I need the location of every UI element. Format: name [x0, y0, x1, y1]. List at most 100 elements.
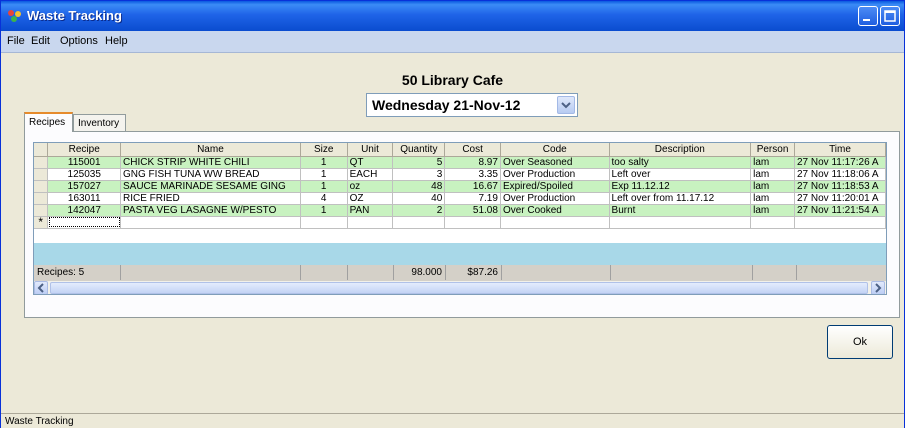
row-selector[interactable]: [34, 204, 49, 217]
col-cost[interactable]: Cost: [444, 143, 501, 157]
cell-description[interactable]: Burnt: [609, 204, 752, 217]
cell-description[interactable]: Left over: [609, 168, 752, 181]
cell-time[interactable]: 27 Nov 11:17:26 A: [794, 156, 886, 169]
cell-cost[interactable]: 3.35: [444, 168, 501, 181]
scroll-right-button[interactable]: [871, 281, 885, 294]
cell-person[interactable]: lam: [750, 168, 795, 181]
cell-unit[interactable]: oz: [347, 180, 394, 193]
cell-size[interactable]: 1: [300, 168, 348, 181]
cell-code[interactable]: Over Production: [500, 168, 610, 181]
table-row[interactable]: 157027 SAUCE MARINADE SESAME GING 1 oz 4…: [34, 180, 886, 193]
col-quantity[interactable]: Quantity: [392, 143, 446, 157]
menu-bar: File Edit Options Help: [1, 31, 904, 53]
cell-quantity[interactable]: 2: [392, 204, 446, 217]
cell-recipe[interactable]: 163011: [47, 192, 121, 205]
cell-recipe[interactable]: 142047: [47, 204, 121, 217]
col-time[interactable]: Time: [794, 143, 886, 157]
cell-size[interactable]: 1: [300, 180, 348, 193]
col-size[interactable]: Size: [300, 143, 348, 157]
cell-time[interactable]: 27 Nov 11:18:06 A: [794, 168, 886, 181]
waste-grid[interactable]: Recipe Name Size Unit Quantity Cost Code…: [33, 142, 887, 295]
menu-edit[interactable]: Edit: [31, 35, 50, 47]
cell-recipe[interactable]: 157027: [47, 180, 121, 193]
cell-code[interactable]: Over Production: [500, 192, 610, 205]
cell-unit[interactable]: QT: [347, 156, 394, 169]
scroll-left-button[interactable]: [34, 281, 48, 294]
new-row[interactable]: *: [34, 216, 886, 229]
cell-quantity[interactable]: 40: [392, 192, 446, 205]
cell-description[interactable]: Left over from 11.17.12: [609, 192, 752, 205]
cell-size[interactable]: 4: [300, 192, 348, 205]
cell-unit[interactable]: OZ: [347, 192, 394, 205]
new-cell[interactable]: [120, 216, 301, 229]
cell-unit[interactable]: EACH: [347, 168, 394, 181]
title-bar[interactable]: Waste Tracking: [1, 1, 904, 31]
cell-code[interactable]: Over Cooked: [500, 204, 610, 217]
row-selector[interactable]: [34, 192, 49, 205]
cell-name[interactable]: PASTA VEG LASAGNE W/PESTO: [120, 204, 301, 217]
date-dropdown-button[interactable]: [557, 96, 575, 114]
maximize-button[interactable]: [880, 6, 900, 26]
table-row[interactable]: 115001 CHICK STRIP WHITE CHILI 1 QT 5 8.…: [34, 156, 886, 169]
date-select[interactable]: Wednesday 21-Nov-12: [366, 93, 578, 117]
cell-size[interactable]: 1: [300, 156, 348, 169]
new-cell[interactable]: [300, 216, 348, 229]
new-cell[interactable]: [500, 216, 610, 229]
table-row[interactable]: 163011 RICE FRIED 4 OZ 40 7.19 Over Prod…: [34, 192, 886, 205]
scroll-thumb[interactable]: [50, 282, 868, 294]
cell-unit[interactable]: PAN: [347, 204, 394, 217]
new-cell[interactable]: [750, 216, 795, 229]
cell-cost[interactable]: 16.67: [444, 180, 501, 193]
cell-quantity[interactable]: 3: [392, 168, 446, 181]
new-cell[interactable]: [444, 216, 501, 229]
cell-recipe[interactable]: 115001: [47, 156, 121, 169]
new-cell-recipe[interactable]: [47, 216, 121, 229]
new-cell[interactable]: [347, 216, 394, 229]
cell-code[interactable]: Expired/Spoiled: [500, 180, 610, 193]
cell-person[interactable]: lam: [750, 204, 795, 217]
summary-row: Recipes: 5 98.000 $87.26: [34, 265, 886, 280]
col-name[interactable]: Name: [120, 143, 301, 157]
cell-recipe[interactable]: 125035: [47, 168, 121, 181]
new-cell[interactable]: [609, 216, 752, 229]
menu-options[interactable]: Options: [60, 35, 98, 47]
horizontal-scrollbar[interactable]: [34, 280, 886, 294]
menu-file[interactable]: File: [7, 35, 25, 47]
cell-cost[interactable]: 8.97: [444, 156, 501, 169]
cell-time[interactable]: 27 Nov 11:18:53 A: [794, 180, 886, 193]
col-description[interactable]: Description: [609, 143, 752, 157]
cell-code[interactable]: Over Seasoned: [500, 156, 610, 169]
minimize-button[interactable]: [858, 6, 878, 26]
cell-name[interactable]: CHICK STRIP WHITE CHILI: [120, 156, 301, 169]
tab-inventory[interactable]: Inventory: [73, 114, 126, 132]
cell-description[interactable]: too salty: [609, 156, 752, 169]
tab-recipes[interactable]: Recipes: [24, 112, 73, 132]
cell-name[interactable]: SAUCE MARINADE SESAME GING: [120, 180, 301, 193]
col-recipe[interactable]: Recipe: [47, 143, 121, 157]
cell-person[interactable]: lam: [750, 180, 795, 193]
new-cell[interactable]: [794, 216, 886, 229]
row-selector[interactable]: [34, 180, 49, 193]
cell-cost[interactable]: 7.19: [444, 192, 501, 205]
row-selector[interactable]: [34, 168, 49, 181]
table-row[interactable]: 125035 GNG FISH TUNA WW BREAD 1 EACH 3 3…: [34, 168, 886, 181]
cell-time[interactable]: 27 Nov 11:21:54 A: [794, 204, 886, 217]
cell-description[interactable]: Exp 11.12.12: [609, 180, 752, 193]
col-unit[interactable]: Unit: [347, 143, 394, 157]
cell-person[interactable]: lam: [750, 192, 795, 205]
ok-button[interactable]: Ok: [827, 325, 893, 359]
table-row[interactable]: 142047 PASTA VEG LASAGNE W/PESTO 1 PAN 2…: [34, 204, 886, 217]
col-person[interactable]: Person: [750, 143, 795, 157]
col-code[interactable]: Code: [500, 143, 610, 157]
cell-name[interactable]: GNG FISH TUNA WW BREAD: [120, 168, 301, 181]
cell-time[interactable]: 27 Nov 11:20:01 A: [794, 192, 886, 205]
cell-quantity[interactable]: 5: [392, 156, 446, 169]
cell-cost[interactable]: 51.08: [444, 204, 501, 217]
cell-person[interactable]: lam: [750, 156, 795, 169]
cell-name[interactable]: RICE FRIED: [120, 192, 301, 205]
row-selector[interactable]: [34, 156, 49, 169]
new-cell[interactable]: [392, 216, 446, 229]
cell-quantity[interactable]: 48: [392, 180, 446, 193]
menu-help[interactable]: Help: [105, 35, 128, 47]
cell-size[interactable]: 1: [300, 204, 348, 217]
